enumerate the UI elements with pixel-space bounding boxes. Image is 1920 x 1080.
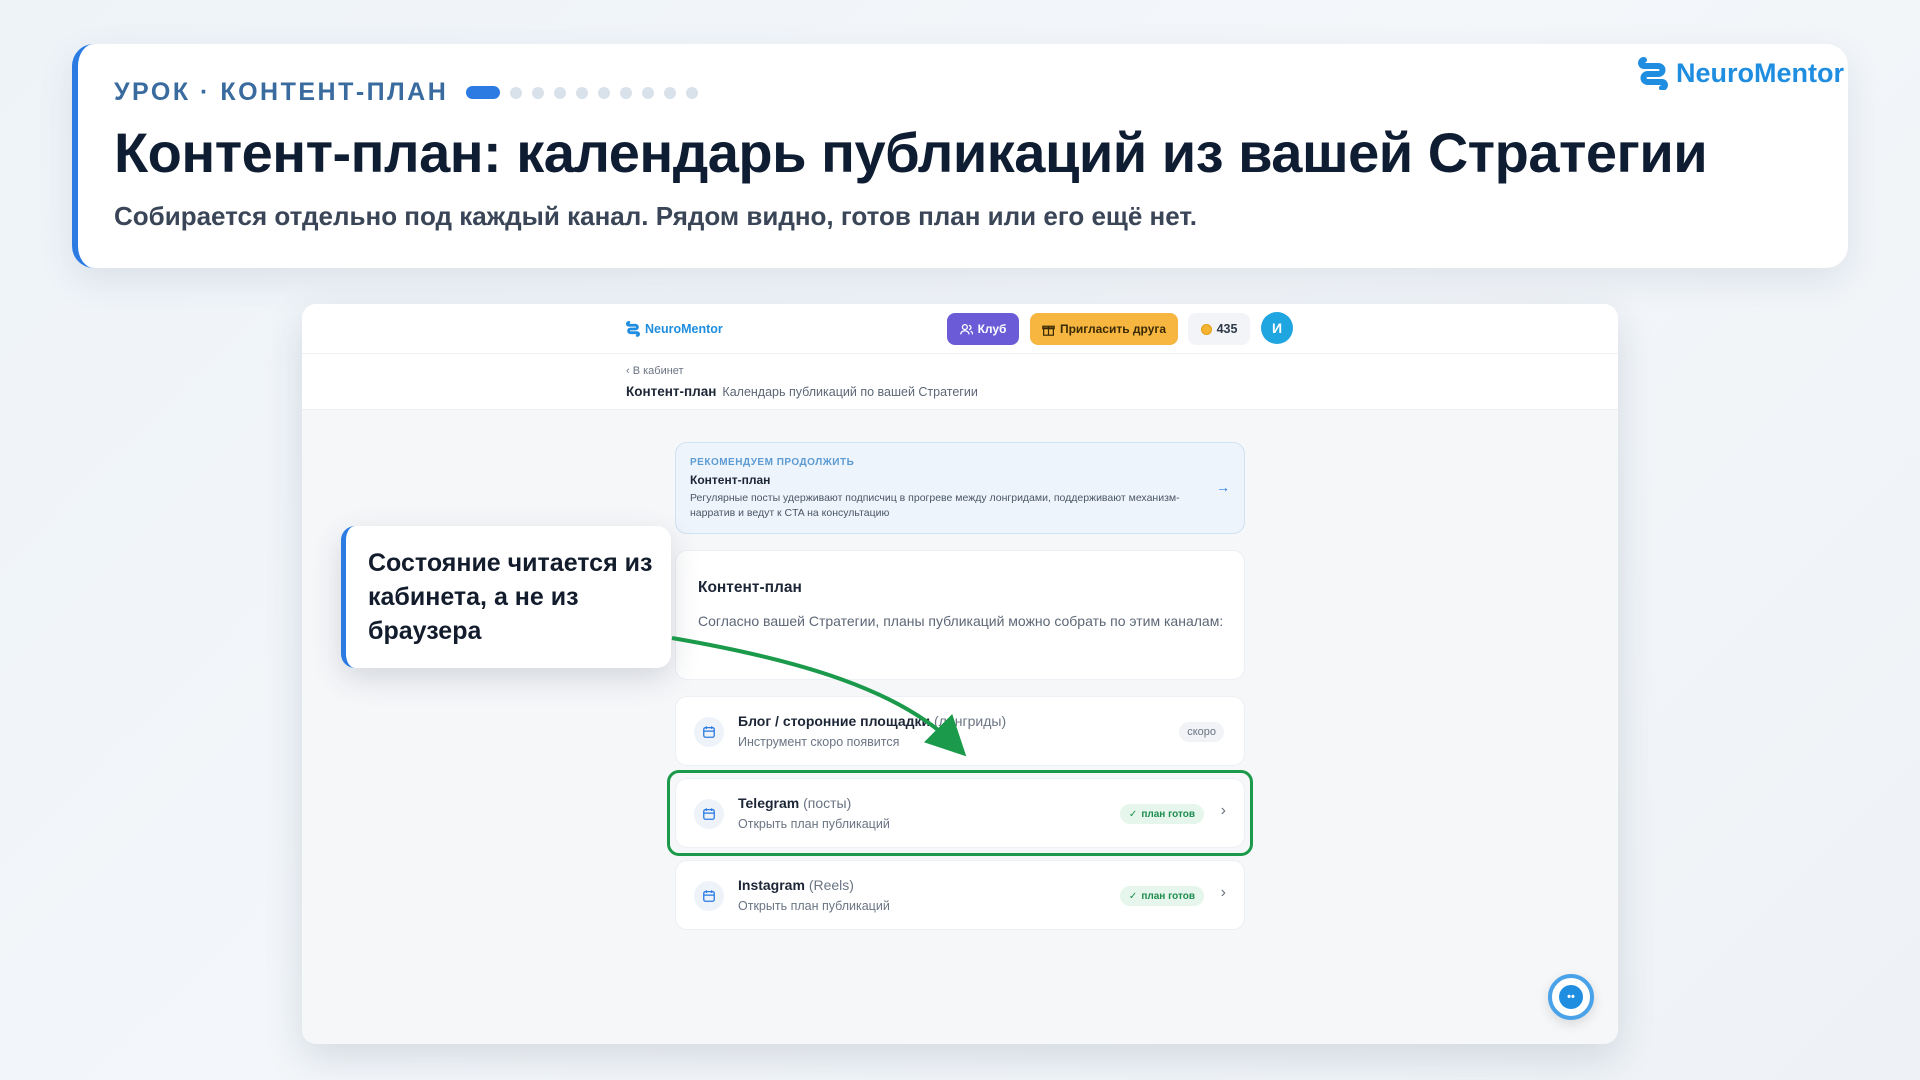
progress-dot [598, 86, 611, 99]
callout-text: Состояние читается из кабинета, а не из … [368, 549, 653, 645]
app-brand-name: NeuroMentor [645, 321, 723, 336]
channel-name: Instagram (Reels) [738, 877, 854, 893]
progress-dot [642, 86, 655, 99]
lesson-eyebrow: УРОК · КОНТЕНТ-ПЛАН [114, 78, 699, 107]
channel-row-instagram[interactable]: Instagram (Reels) Открыть план публикаци… [675, 860, 1245, 930]
calendar-icon [694, 717, 724, 747]
chat-help-button[interactable]: •• [1548, 974, 1594, 1020]
channel-row-blog: Блог / сторонние площадки (лонгриды) Инс… [675, 696, 1245, 766]
coin-balance[interactable]: 435 [1188, 313, 1250, 345]
lesson-title: Контент-план: календарь публикаций из ва… [114, 121, 1708, 184]
info-text: Согласно вашей Стратегии, планы публикац… [698, 613, 1224, 629]
coin-count: 435 [1216, 322, 1238, 336]
recommend-title: Контент-план [690, 473, 771, 487]
club-button-label: Клуб [977, 322, 1007, 336]
info-title: Контент-план [698, 579, 802, 596]
status-badge-soon: скоро [1179, 722, 1224, 742]
progress-dot [554, 86, 567, 99]
channel-qualifier: (лонгриды) [934, 713, 1007, 729]
annotation-callout: Состояние читается из кабинета, а не из … [341, 526, 671, 668]
channel-title: Блог / сторонние площадки [738, 713, 931, 729]
lesson-header: УРОК · КОНТЕНТ-ПЛАН Контент-план: календ… [72, 44, 1848, 268]
progress-dot [532, 86, 545, 99]
content-plan-info-card: Контент-план Согласно вашей Стратегии, п… [675, 550, 1245, 680]
lesson-subtitle: Собирается отдельно под каждый канал. Ря… [114, 201, 1198, 231]
gift-icon [1042, 325, 1055, 336]
progress-dot [686, 86, 699, 99]
app-screenshot: NeuroMentor Клуб Пригласить друга 435 И … [302, 304, 1618, 1044]
recommend-card[interactable]: РЕКОМЕНДУЕМ ПРОДОЛЖИТЬ Контент-план Регу… [675, 442, 1245, 534]
progress-dot [510, 86, 523, 99]
recommend-text: Регулярные посты удерживают подписчиц в … [690, 492, 1180, 519]
lesson-label: УРОК · КОНТЕНТ-ПЛАН [114, 78, 449, 106]
brand-name: NeuroMentor [1676, 57, 1844, 88]
chevron-right-icon: › [1220, 884, 1226, 901]
telegram-highlight-frame [667, 770, 1253, 856]
progress-dot [664, 86, 677, 99]
check-icon: ✓ [1128, 890, 1138, 902]
channel-qualifier: (Reels) [808, 877, 854, 893]
neuromentor-logo-icon [1638, 57, 1668, 90]
coin-icon [1200, 323, 1212, 335]
channel-subtitle: Инструмент скоро появится [738, 735, 900, 749]
progress-dot-active [466, 86, 501, 99]
app-logo[interactable]: NeuroMentor [626, 320, 723, 337]
calendar-icon [694, 881, 724, 911]
badge-label: план готов [1141, 890, 1195, 902]
users-icon [959, 323, 973, 334]
club-button[interactable]: Клуб [947, 313, 1019, 345]
progress-dot [576, 86, 589, 99]
progress-dot [620, 86, 633, 99]
channel-subtitle: Открыть план публикаций [738, 899, 890, 913]
channel-name: Блог / сторонние площадки (лонгриды) [738, 713, 1006, 729]
invite-friend-button[interactable]: Пригласить друга [1030, 313, 1178, 345]
neuromentor-logo-icon [626, 321, 640, 337]
brand-logo: NeuroMentor [1638, 56, 1844, 90]
recommend-eyebrow: РЕКОМЕНДУЕМ ПРОДОЛЖИТЬ [690, 457, 855, 468]
page-title: Контент-план [626, 384, 717, 399]
chat-bubble-icon: •• [1559, 985, 1583, 1009]
lesson-progress-dots [466, 86, 699, 99]
page-heading: Контент-план Календарь публикаций по ваш… [626, 384, 978, 399]
back-to-cabinet-link[interactable]: ‹ В кабинет [626, 365, 684, 377]
invite-button-label: Пригласить друга [1059, 322, 1167, 336]
status-badge-ready: ✓ план готов [1119, 886, 1204, 906]
app-topbar: NeuroMentor Клуб Пригласить друга 435 И [302, 304, 1618, 354]
page-description: Календарь публикаций по вашей Стратегии [722, 385, 978, 399]
channel-title: Instagram [738, 877, 805, 893]
page-header: ‹ В кабинет Контент-план Календарь публи… [302, 354, 1618, 410]
user-avatar[interactable]: И [1261, 312, 1293, 344]
arrow-right-icon: → [1216, 479, 1230, 495]
